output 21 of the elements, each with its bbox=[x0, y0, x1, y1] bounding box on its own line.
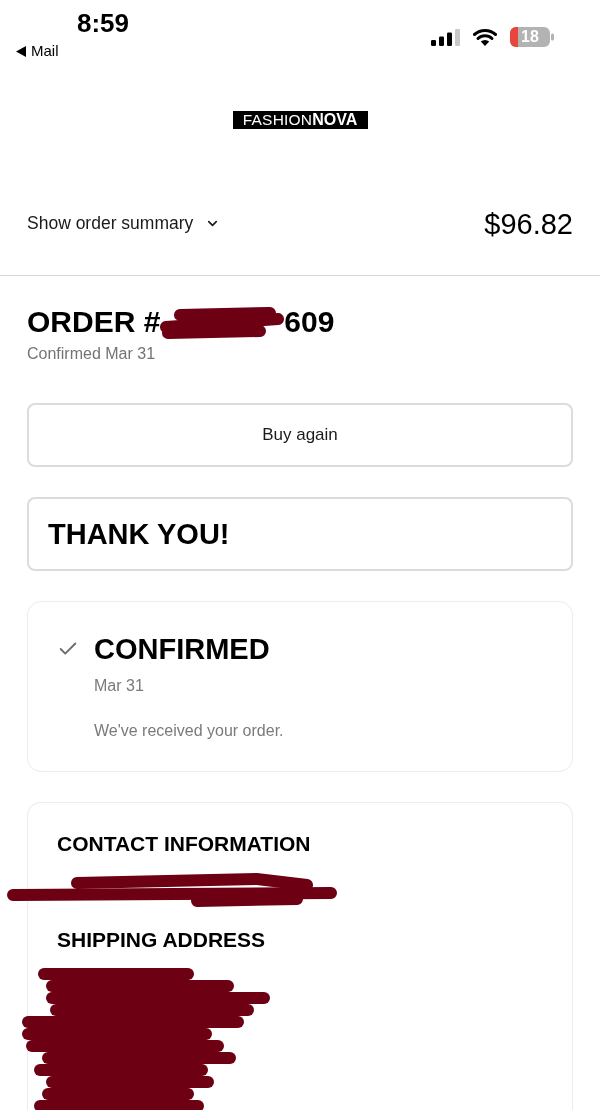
status-title: CONFIRMED bbox=[94, 632, 270, 666]
section-heading: CONTACT INFORMATION bbox=[57, 831, 311, 857]
battery-icon bbox=[510, 27, 554, 47]
logo-bold-text: NOVA bbox=[312, 111, 358, 129]
buy-again-button[interactable]: Buy again bbox=[27, 403, 573, 467]
battery-percent: 18 bbox=[521, 28, 540, 46]
show-order-summary-toggle[interactable]: Show order summary bbox=[27, 210, 221, 237]
order-total: $96.82 bbox=[484, 206, 573, 241]
signal-bars-icon bbox=[431, 28, 460, 46]
status-time: 8:59 bbox=[77, 8, 130, 38]
back-to-mail-button[interactable]: Mail bbox=[16, 42, 59, 60]
section-heading: SHIPPING ADDRESS bbox=[57, 927, 266, 953]
status-date: Mar 31 bbox=[94, 676, 144, 696]
logo-light-text: FASHION bbox=[242, 111, 313, 129]
order-number-suffix: 609 bbox=[284, 305, 335, 339]
wifi-icon bbox=[473, 28, 497, 46]
thank-you-heading: THANK YOU! bbox=[48, 517, 230, 551]
status-message: We've received your order. bbox=[94, 721, 284, 741]
back-triangle-icon bbox=[16, 45, 26, 57]
order-number-title: ORDER # bbox=[27, 305, 161, 339]
confirmed-date: Confirmed Mar 31 bbox=[27, 344, 156, 364]
